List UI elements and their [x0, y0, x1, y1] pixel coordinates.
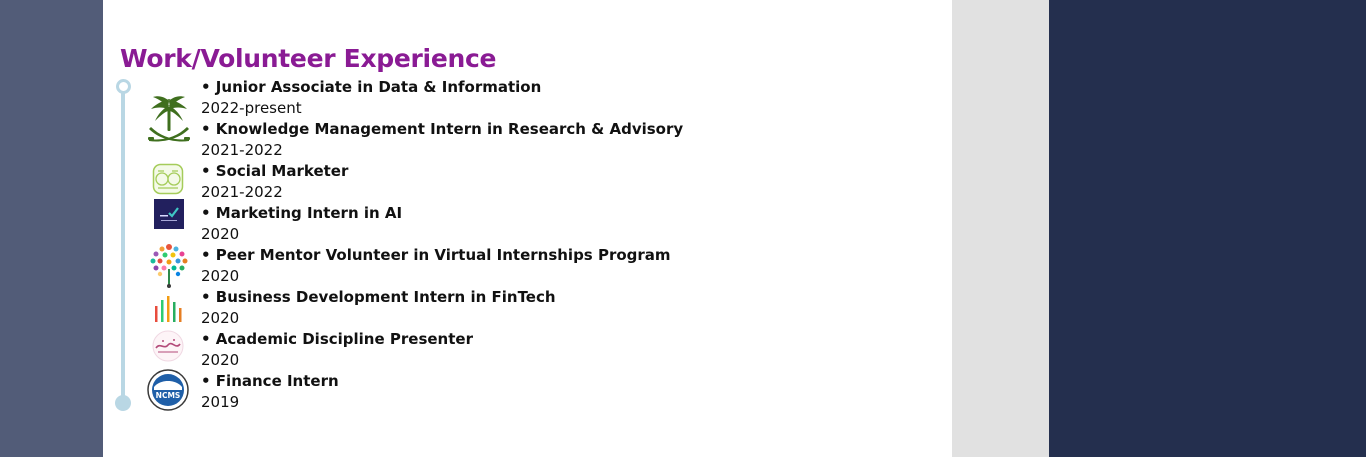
entry-role: • Knowledge Management Intern in Researc…: [201, 120, 684, 138]
gray-gutter: [952, 0, 1049, 457]
entry-dates: 2021-2022: [201, 183, 283, 201]
entry-dates: 2021-2022: [201, 141, 283, 159]
timeline-start-dot: [116, 79, 131, 94]
entry-dates: 2022-present: [201, 99, 302, 117]
right-panel: [1049, 0, 1366, 457]
experience-entry: • Knowledge Management Intern in Researc…: [201, 119, 683, 161]
ncms-logo-icon: NCMS: [147, 369, 189, 411]
experience-entry: • Peer Mentor Volunteer in Virtual Inter…: [201, 245, 671, 287]
left-sidebar-strip: [0, 0, 103, 457]
fintech-bars-logo-icon: [155, 296, 182, 322]
ai-company-logo-icon: [154, 199, 184, 229]
entry-dates: 2020: [201, 225, 240, 243]
experience-entry: • Finance Intern 2019: [201, 371, 339, 413]
entry-role: • Marketing Intern in AI: [201, 204, 403, 222]
entry-dates: 2020: [201, 351, 240, 369]
timeline-end-dot: [115, 395, 131, 411]
entry-dates: 2020: [201, 309, 240, 327]
ncms-logo-text: NCMS: [156, 391, 181, 400]
experience-entry: • Marketing Intern in AI 2020: [201, 203, 402, 245]
social-marketing-logo-icon: [152, 163, 184, 195]
presenter-arabic-logo-icon: [152, 330, 184, 362]
experience-entry: • Social Marketer 2021-2022: [201, 161, 348, 203]
entry-role: • Business Development Intern in FinTech: [201, 288, 556, 306]
section-title: Work/Volunteer Experience: [120, 44, 497, 73]
palm-swords-logo-icon: [148, 96, 190, 142]
colorful-tree-logo-icon: [150, 244, 188, 288]
entry-role: • Academic Discipline Presenter: [201, 330, 473, 348]
experience-entry: • Junior Associate in Data & Information…: [201, 77, 541, 119]
experience-entry: • Academic Discipline Presenter 2020: [201, 329, 473, 371]
entry-role: • Finance Intern: [201, 372, 339, 390]
entry-dates: 2020: [201, 267, 240, 285]
timeline-line: [121, 91, 125, 403]
experience-entry: • Business Development Intern in FinTech…: [201, 287, 556, 329]
entry-role: • Junior Associate in Data & Information: [201, 78, 542, 96]
entry-role: • Peer Mentor Volunteer in Virtual Inter…: [201, 246, 671, 264]
entry-dates: 2019: [201, 393, 240, 411]
entry-role: • Social Marketer: [201, 162, 349, 180]
